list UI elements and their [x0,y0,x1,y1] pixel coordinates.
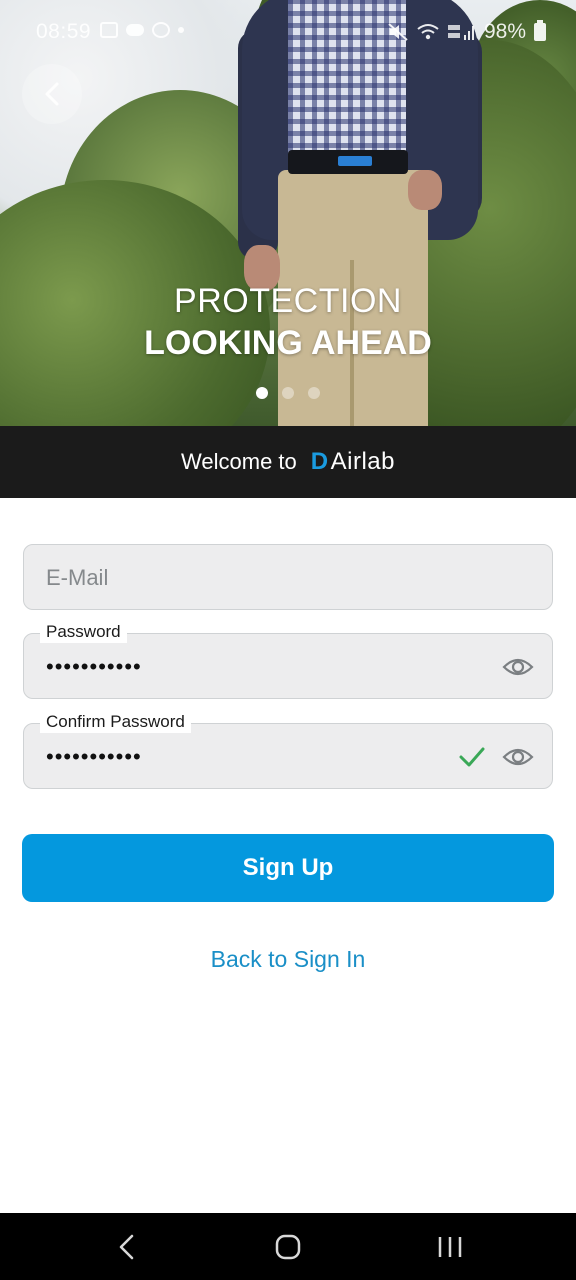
battery-percent: 98% [483,20,526,43]
confirm-password-value: ••••••••••• [46,744,142,769]
hero-title-line1: PROTECTION [174,282,402,320]
nav-back-icon[interactable] [108,1231,148,1263]
mute-icon [388,23,408,41]
email-field[interactable]: E-Mail [23,544,553,610]
welcome-text: Welcome to [181,449,297,474]
eye-icon[interactable] [502,742,534,772]
nav-home-icon[interactable] [268,1231,308,1263]
status-time: 08:59 [36,20,92,43]
status-bar: 08:59 98% [0,0,576,64]
gallery-icon [100,22,118,38]
confirm-password-field[interactable]: Confirm Password ••••••••••• [23,711,553,789]
sign-up-button[interactable]: Sign Up [22,834,554,902]
carousel-dot[interactable] [282,387,294,399]
confirm-password-label: Confirm Password [40,711,191,733]
logo-text: Airlab [330,448,395,475]
person-hand [408,170,442,210]
wifi-icon [417,24,439,40]
nav-recents-icon[interactable] [430,1231,470,1263]
chevron-left-icon [45,82,59,106]
back-to-sign-in-link[interactable]: Back to Sign In [0,946,576,973]
more-notifications-icon [178,27,184,33]
carousel-dot[interactable] [308,387,320,399]
signal-icon [447,25,474,40]
notification-icons [100,22,184,38]
messenger-icon [152,22,170,38]
checkmark-icon [459,747,485,767]
email-placeholder: E-Mail [46,565,109,590]
back-button[interactable] [22,64,82,124]
status-right: 98% [388,20,546,44]
cloud-icon [126,24,144,36]
password-value: ••••••••••• [46,654,142,679]
hero-banner: 08:59 98% PROTECTION LOOKING AHEAD [0,0,576,426]
carousel-indicator [0,387,576,399]
belt-logo [338,156,372,166]
airlab-logo: D Airlab [311,448,395,476]
password-label: Password [40,621,127,643]
password-field[interactable]: Password ••••••••••• [23,621,553,699]
welcome-band: Welcome to D Airlab [0,426,576,498]
hero-title-line2: LOOKING AHEAD [144,324,432,362]
battery-icon [534,20,546,41]
logo-mark: D [310,448,329,475]
eye-icon[interactable] [502,652,534,682]
carousel-dot[interactable] [256,387,268,399]
system-nav-bar [0,1213,576,1280]
